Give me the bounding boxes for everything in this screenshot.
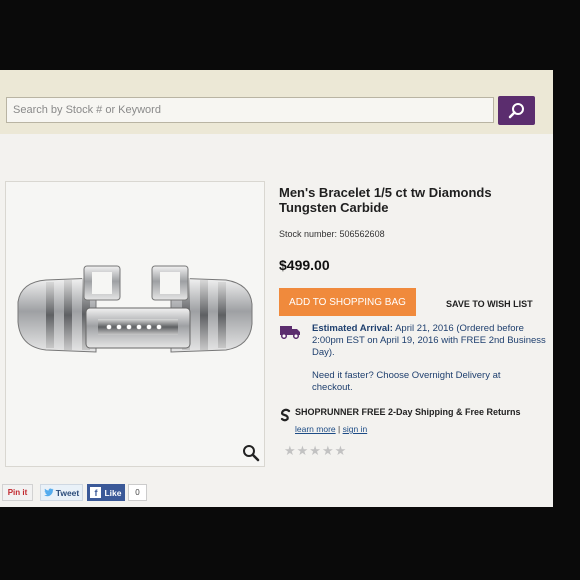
search-button[interactable] — [498, 96, 535, 125]
save-to-wish-list-link[interactable]: SAVE TO WISH LIST — [446, 299, 533, 309]
product-title: Men's Bracelet 1/5 ct tw Diamonds Tungst… — [279, 185, 492, 215]
sign-in-link[interactable]: sign in — [343, 424, 368, 434]
need-faster-text: Need it faster? Choose Overnight Deliver… — [312, 370, 501, 393]
tweet-label: Tweet — [55, 487, 80, 498]
facebook-icon: f — [90, 487, 102, 498]
arrival-heading: Estimated Arrival: — [312, 323, 393, 334]
social-bar: Pin it Tweet f Like 0 — [0, 480, 553, 507]
link-separator: | — [338, 424, 341, 434]
learn-more-link[interactable]: learn more — [295, 424, 336, 434]
twitter-bird-icon — [43, 488, 54, 497]
stock-number: Stock number: 506562608 — [279, 229, 385, 239]
estimated-arrival: Estimated Arrival: April 21, 2016 (Order… — [312, 323, 549, 359]
product-price: $499.00 — [279, 257, 330, 273]
product-image[interactable] — [5, 181, 265, 467]
shoprunner-icon — [280, 408, 291, 422]
header-band — [0, 70, 553, 134]
truck-icon — [280, 326, 300, 339]
product-content: Men's Bracelet 1/5 ct tw Diamonds Tungst… — [0, 134, 553, 507]
search-bar[interactable] — [6, 97, 494, 123]
shoprunner-links: learn more | sign in — [295, 424, 367, 434]
product-info: Men's Bracelet 1/5 ct tw Diamonds Tungst… — [279, 185, 549, 458]
add-to-bag-button[interactable]: ADD TO SHOPPING BAG — [279, 288, 416, 316]
zoom-icon[interactable] — [242, 444, 260, 462]
search-icon — [508, 102, 524, 118]
search-input[interactable] — [7, 98, 493, 122]
bracelet-image — [17, 265, 253, 353]
browser-screen: Men's Bracelet 1/5 ct tw Diamonds Tungst… — [0, 70, 553, 507]
like-count: 0 — [128, 484, 147, 501]
facebook-like-button[interactable]: f Like — [87, 484, 125, 501]
tweet-button[interactable]: Tweet — [40, 484, 83, 501]
pin-it-button[interactable]: Pin it — [2, 484, 33, 501]
like-label: Like — [104, 487, 122, 498]
shoprunner-text: SHOPRUNNER FREE 2-Day Shipping & Free Re… — [295, 407, 521, 417]
rating-stars[interactable]: ★★★★★ — [284, 443, 347, 459]
